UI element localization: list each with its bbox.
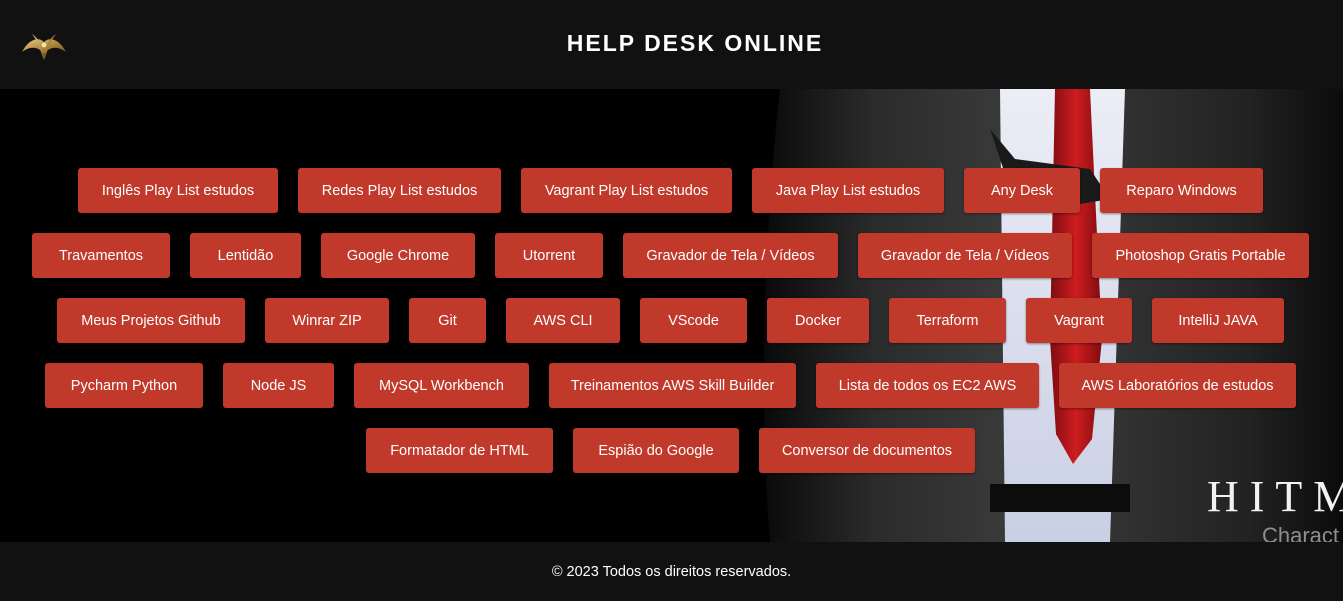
link-button-winrar-zip[interactable]: Winrar ZIP xyxy=(265,298,389,343)
link-button-aws-cli[interactable]: AWS CLI xyxy=(506,298,620,343)
link-button-vscode[interactable]: VScode xyxy=(640,298,747,343)
link-button-redes-playlist[interactable]: Redes Play List estudos xyxy=(298,168,501,213)
link-button-document-converter[interactable]: Conversor de documentos xyxy=(759,428,975,473)
site-header: HELP DESK ONLINE xyxy=(0,0,1343,89)
link-button-aws-labs[interactable]: AWS Laboratórios de estudos xyxy=(1059,363,1296,408)
link-button-mysql-workbench[interactable]: MySQL Workbench xyxy=(354,363,529,408)
link-button-reparo-windows[interactable]: Reparo Windows xyxy=(1100,168,1263,213)
link-button-docker[interactable]: Docker xyxy=(767,298,869,343)
link-button-ec2-list[interactable]: Lista de todos os EC2 AWS xyxy=(816,363,1039,408)
link-button-github-projects[interactable]: Meus Projetos Github xyxy=(57,298,245,343)
link-button-gravador-de-tela-2[interactable]: Gravador de Tela / Vídeos xyxy=(858,233,1072,278)
link-button-any-desk[interactable]: Any Desk xyxy=(964,168,1080,213)
brand-watermark-subtitle: Charact xyxy=(1262,523,1340,542)
brand-watermark: HITM xyxy=(1207,472,1343,521)
link-button-vagrant-playlist[interactable]: Vagrant Play List estudos xyxy=(521,168,732,213)
hero-section: HITM Charact Inglês Play List estudos Re… xyxy=(0,89,1343,542)
link-button-google-chrome[interactable]: Google Chrome xyxy=(321,233,475,278)
link-button-vagrant[interactable]: Vagrant xyxy=(1026,298,1132,343)
link-button-html-formatter[interactable]: Formatador de HTML xyxy=(366,428,553,473)
link-button-pycharm-python[interactable]: Pycharm Python xyxy=(45,363,203,408)
link-button-terraform[interactable]: Terraform xyxy=(889,298,1006,343)
link-button-intellij-java[interactable]: IntelliJ JAVA xyxy=(1152,298,1284,343)
link-button-aws-skill-builder[interactable]: Treinamentos AWS Skill Builder xyxy=(549,363,796,408)
link-button-ingles-playlist[interactable]: Inglês Play List estudos xyxy=(78,168,278,213)
link-button-photoshop-portable[interactable]: Photoshop Gratis Portable xyxy=(1092,233,1309,278)
link-button-lentidao[interactable]: Lentidão xyxy=(190,233,301,278)
link-button-node-js[interactable]: Node JS xyxy=(223,363,334,408)
page-title: HELP DESK ONLINE xyxy=(566,30,824,56)
link-button-java-playlist[interactable]: Java Play List estudos xyxy=(752,168,944,213)
link-button-utorrent[interactable]: Utorrent xyxy=(495,233,603,278)
link-button-git[interactable]: Git xyxy=(409,298,486,343)
link-button-gravador-de-tela[interactable]: Gravador de Tela / Vídeos xyxy=(623,233,838,278)
site-footer: © 2023 Todos os direitos reservados. xyxy=(0,542,1343,601)
copyright-text: © 2023 Todos os direitos reservados. xyxy=(551,564,792,580)
link-button-travamentos[interactable]: Travamentos xyxy=(32,233,170,278)
link-button-google-spy[interactable]: Espião do Google xyxy=(573,428,739,473)
